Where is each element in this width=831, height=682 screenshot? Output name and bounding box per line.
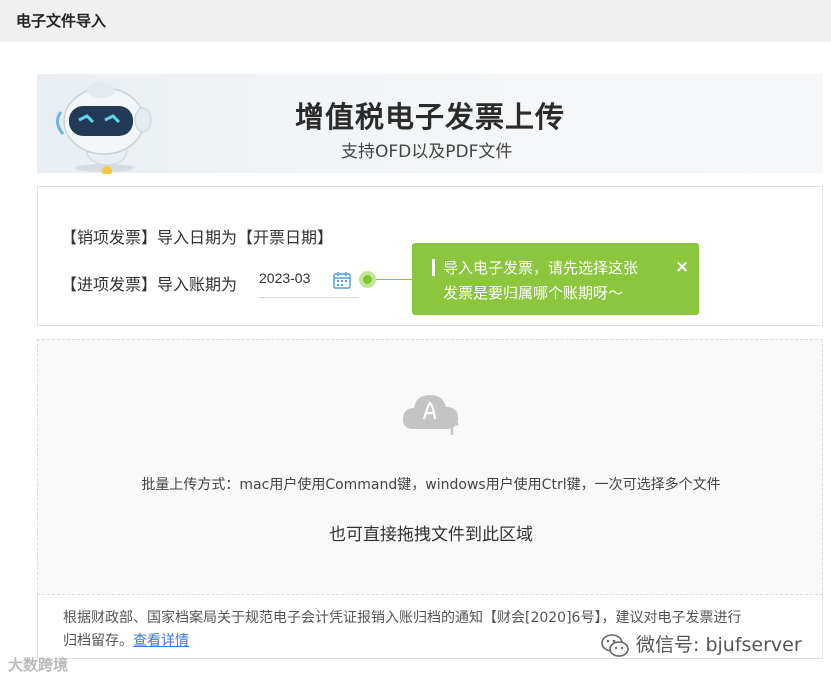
watermark-left: 大数跨境 — [8, 656, 69, 674]
banner-title: 增值税电子发票上传 — [295, 100, 566, 134]
banner-subtitle: 支持OFD以及PDF文件 — [341, 142, 513, 162]
upload-dropzone[interactable]: 批量上传方式：mac用户使用Command键，windows用户使用Ctrl键，… — [37, 339, 823, 595]
robot-mascot-icon — [56, 82, 152, 174]
guide-dot — [359, 271, 376, 288]
tooltip-accent-bar — [432, 259, 435, 276]
sales-invoice-rule: 【销项发票】导入日期为【开票日期】 — [61, 228, 334, 247]
close-icon[interactable]: × — [675, 255, 689, 280]
cloud-upload-icon[interactable] — [400, 389, 464, 437]
watermark-right: 微信号: bjufserver — [600, 630, 802, 660]
wechat-icon — [601, 633, 629, 657]
page-title: 电子文件导入 — [16, 12, 107, 30]
tooltip-line-1: 导入电子发票，请先选择这张 — [443, 259, 639, 277]
drag-drop-hint: 也可直接拖拽文件到此区域 — [329, 525, 533, 545]
notice-text-line-2: 归档留存。查看详情 — [63, 630, 189, 650]
notice-text: 根据财政部、国家档案局关于规范电子会计凭证报销入账归档的通知【财会[2020]6… — [63, 610, 742, 626]
upload-banner: 增值税电子发票上传 支持OFD以及PDF文件 — [37, 74, 823, 174]
period-value[interactable]: 2023-03 — [259, 270, 310, 286]
tooltip-line-2: 发票是要归属哪个账期呀～ — [443, 284, 624, 302]
guide-connector — [376, 279, 416, 280]
batch-upload-hint: 批量上传方式：mac用户使用Command键，windows用户使用Ctrl键，… — [141, 477, 721, 493]
notice-prefix: 归档留存。 — [63, 633, 133, 649]
view-details-link[interactable]: 查看详情 — [133, 633, 189, 649]
top-bar: 电子文件导入 — [0, 0, 831, 42]
watermark-right-text: 微信号: bjufserver — [636, 634, 802, 656]
purchase-invoice-label: 【进项发票】导入账期为 — [61, 275, 238, 294]
guide-tooltip: 导入电子发票，请先选择这张 发票是要归属哪个账期呀～ × — [412, 243, 699, 315]
period-picker[interactable]: 2023-03 — [259, 264, 359, 298]
calendar-icon[interactable] — [332, 270, 352, 290]
